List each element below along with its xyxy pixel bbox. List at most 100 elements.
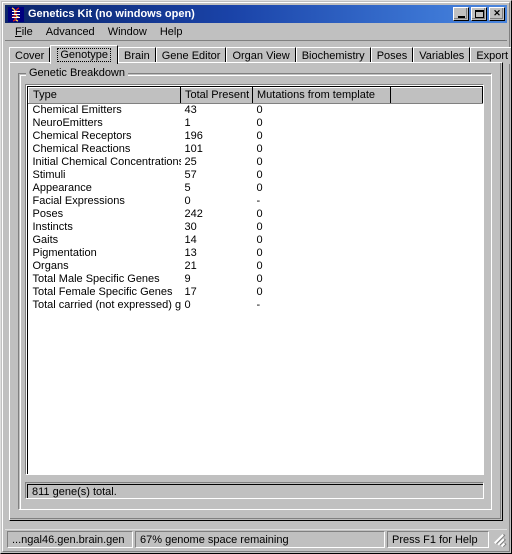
table-row[interactable]: Organs 21 0: [28, 260, 483, 273]
table-header: Type Total Present Mutations from templa…: [28, 87, 483, 104]
listview-inner: Type Total Present Mutations from templa…: [27, 86, 483, 474]
cell-blank: [390, 221, 483, 234]
tab-brain-label: Brain: [124, 50, 150, 62]
table-header-row: Type Total Present Mutations from templa…: [28, 87, 483, 104]
cell-blank: [390, 299, 483, 312]
cell-mutations: 0: [252, 247, 391, 260]
table-row[interactable]: Total carried (not expressed) g... 0-: [28, 299, 483, 312]
column-header-type[interactable]: Type: [28, 87, 181, 104]
cell-blank: [390, 195, 483, 208]
cell-total-present: 0: [180, 299, 253, 312]
cell-total-present: 21: [180, 260, 253, 273]
column-header-total-present[interactable]: Total Present: [180, 87, 253, 104]
cell-type: Total Female Specific Genes: [28, 286, 181, 299]
close-icon: ✕: [493, 8, 501, 18]
cell-blank: [390, 156, 483, 169]
cell-mutations: 0: [252, 221, 391, 234]
cell-blank: [390, 234, 483, 247]
title-bar[interactable]: Genetics Kit (no windows open) ✕: [5, 5, 507, 23]
cell-total-present: 1: [180, 117, 253, 130]
genetic-breakdown-table: Type Total Present Mutations from templa…: [28, 87, 483, 312]
column-header-blank[interactable]: [390, 87, 483, 104]
cell-blank: [390, 273, 483, 286]
table-row[interactable]: Chemical Reactions 101 0: [28, 143, 483, 156]
table-row[interactable]: Poses 242 0: [28, 208, 483, 221]
cell-type: Poses: [28, 208, 181, 221]
groupbox-label: Genetic Breakdown: [26, 67, 128, 79]
cell-total-present: 101: [180, 143, 253, 156]
minimize-icon: [457, 15, 465, 18]
cell-type: Total carried (not expressed) g...: [28, 299, 181, 312]
cell-mutations: 0: [252, 130, 391, 143]
window-title: Genetics Kit (no windows open): [28, 8, 195, 20]
maximize-button[interactable]: [471, 7, 487, 21]
tab-cover-label: Cover: [15, 50, 45, 62]
cell-mutations: 0: [252, 286, 391, 299]
table-row[interactable]: Appearance 5 0: [28, 182, 483, 195]
cell-type: Initial Chemical Concentrations: [28, 156, 181, 169]
cell-type: Chemical Reactions: [28, 143, 181, 156]
table-row[interactable]: Total Female Specific Genes 17 0: [28, 286, 483, 299]
cell-total-present: 9: [180, 273, 253, 286]
status-bar: ...ngal46.gen.brain.gen 67% genome space…: [5, 529, 507, 549]
cell-type: NeuroEmitters: [28, 117, 181, 130]
genetic-breakdown-listview[interactable]: Type Total Present Mutations from templa…: [25, 84, 484, 475]
dna-helix-icon: [8, 6, 24, 22]
cell-blank: [390, 286, 483, 299]
menu-item-advanced[interactable]: Advanced: [40, 25, 102, 40]
cell-blank: [390, 103, 483, 117]
tab-genotype[interactable]: Genotype: [50, 45, 119, 64]
cell-type: Facial Expressions: [28, 195, 181, 208]
cell-mutations: 0: [252, 143, 391, 156]
window-controls: ✕: [453, 7, 505, 21]
cell-mutations: 0: [252, 103, 391, 117]
genetic-breakdown-groupbox: Genetic Breakdown Type Total Present Mut…: [18, 67, 492, 510]
cell-type: Total Male Specific Genes: [28, 273, 181, 286]
table-row[interactable]: Pigmentation 13 0: [28, 247, 483, 260]
cell-total-present: 196: [180, 130, 253, 143]
tab-poses-label: Poses: [376, 50, 408, 62]
table-row[interactable]: Facial Expressions 0-: [28, 195, 483, 208]
cell-mutations: 0: [252, 156, 391, 169]
table-row[interactable]: Total Male Specific Genes 9 0: [28, 273, 483, 286]
menu-item-window[interactable]: Window: [102, 25, 154, 40]
cell-total-present: 14: [180, 234, 253, 247]
cell-blank: [390, 260, 483, 273]
column-header-mutations[interactable]: Mutations from template: [252, 87, 391, 104]
cell-total-present: 0: [180, 195, 253, 208]
menu-item-file-label-rest: ile: [21, 25, 33, 38]
menu-item-file[interactable]: File: [9, 25, 40, 40]
cell-blank: [390, 182, 483, 195]
cell-type: Chemical Emitters: [28, 103, 181, 117]
cell-type: Gaits: [28, 234, 181, 247]
resize-grip-icon[interactable]: [492, 533, 506, 547]
table-row[interactable]: Gaits 14 0: [28, 234, 483, 247]
cell-type: Appearance: [28, 182, 181, 195]
table-row[interactable]: Instincts 30 0: [28, 221, 483, 234]
table-row[interactable]: Chemical Emitters 43 0: [28, 103, 483, 117]
cell-type: Stimuli: [28, 169, 181, 182]
cell-total-present: 43: [180, 103, 253, 117]
table-body: Chemical Emitters 43 0 NeuroEmitters 1 0 Chemi…: [28, 103, 483, 312]
close-button[interactable]: ✕: [489, 7, 505, 21]
table-row[interactable]: Initial Chemical Concentrations 25 0: [28, 156, 483, 169]
cell-total-present: 17: [180, 286, 253, 299]
tab-variables-label: Variables: [419, 50, 465, 62]
tab-genotype-label: Genotype: [57, 48, 112, 62]
menu-item-help[interactable]: Help: [154, 25, 190, 40]
cell-mutations: 0: [252, 117, 391, 130]
gene-total-field: 811 gene(s) total.: [25, 482, 484, 499]
tab-organ-view-label: Organ View: [232, 50, 290, 62]
tab-gene-editor-label: Gene Editor: [161, 50, 221, 62]
cell-total-present: 57: [180, 169, 253, 182]
table-row[interactable]: NeuroEmitters 1 0: [28, 117, 483, 130]
cell-type: Organs: [28, 260, 181, 273]
tab-biochemistry-label: Biochemistry: [301, 50, 365, 62]
table-row[interactable]: Stimuli 57 0: [28, 169, 483, 182]
minimize-button[interactable]: [453, 7, 469, 21]
cell-total-present: 13: [180, 247, 253, 260]
table-row[interactable]: Chemical Receptors 196 0: [28, 130, 483, 143]
cell-mutations: 0: [252, 260, 391, 273]
application-window: Genetics Kit (no windows open) ✕ File Ad…: [0, 0, 512, 554]
cell-mutations: 0: [252, 234, 391, 247]
